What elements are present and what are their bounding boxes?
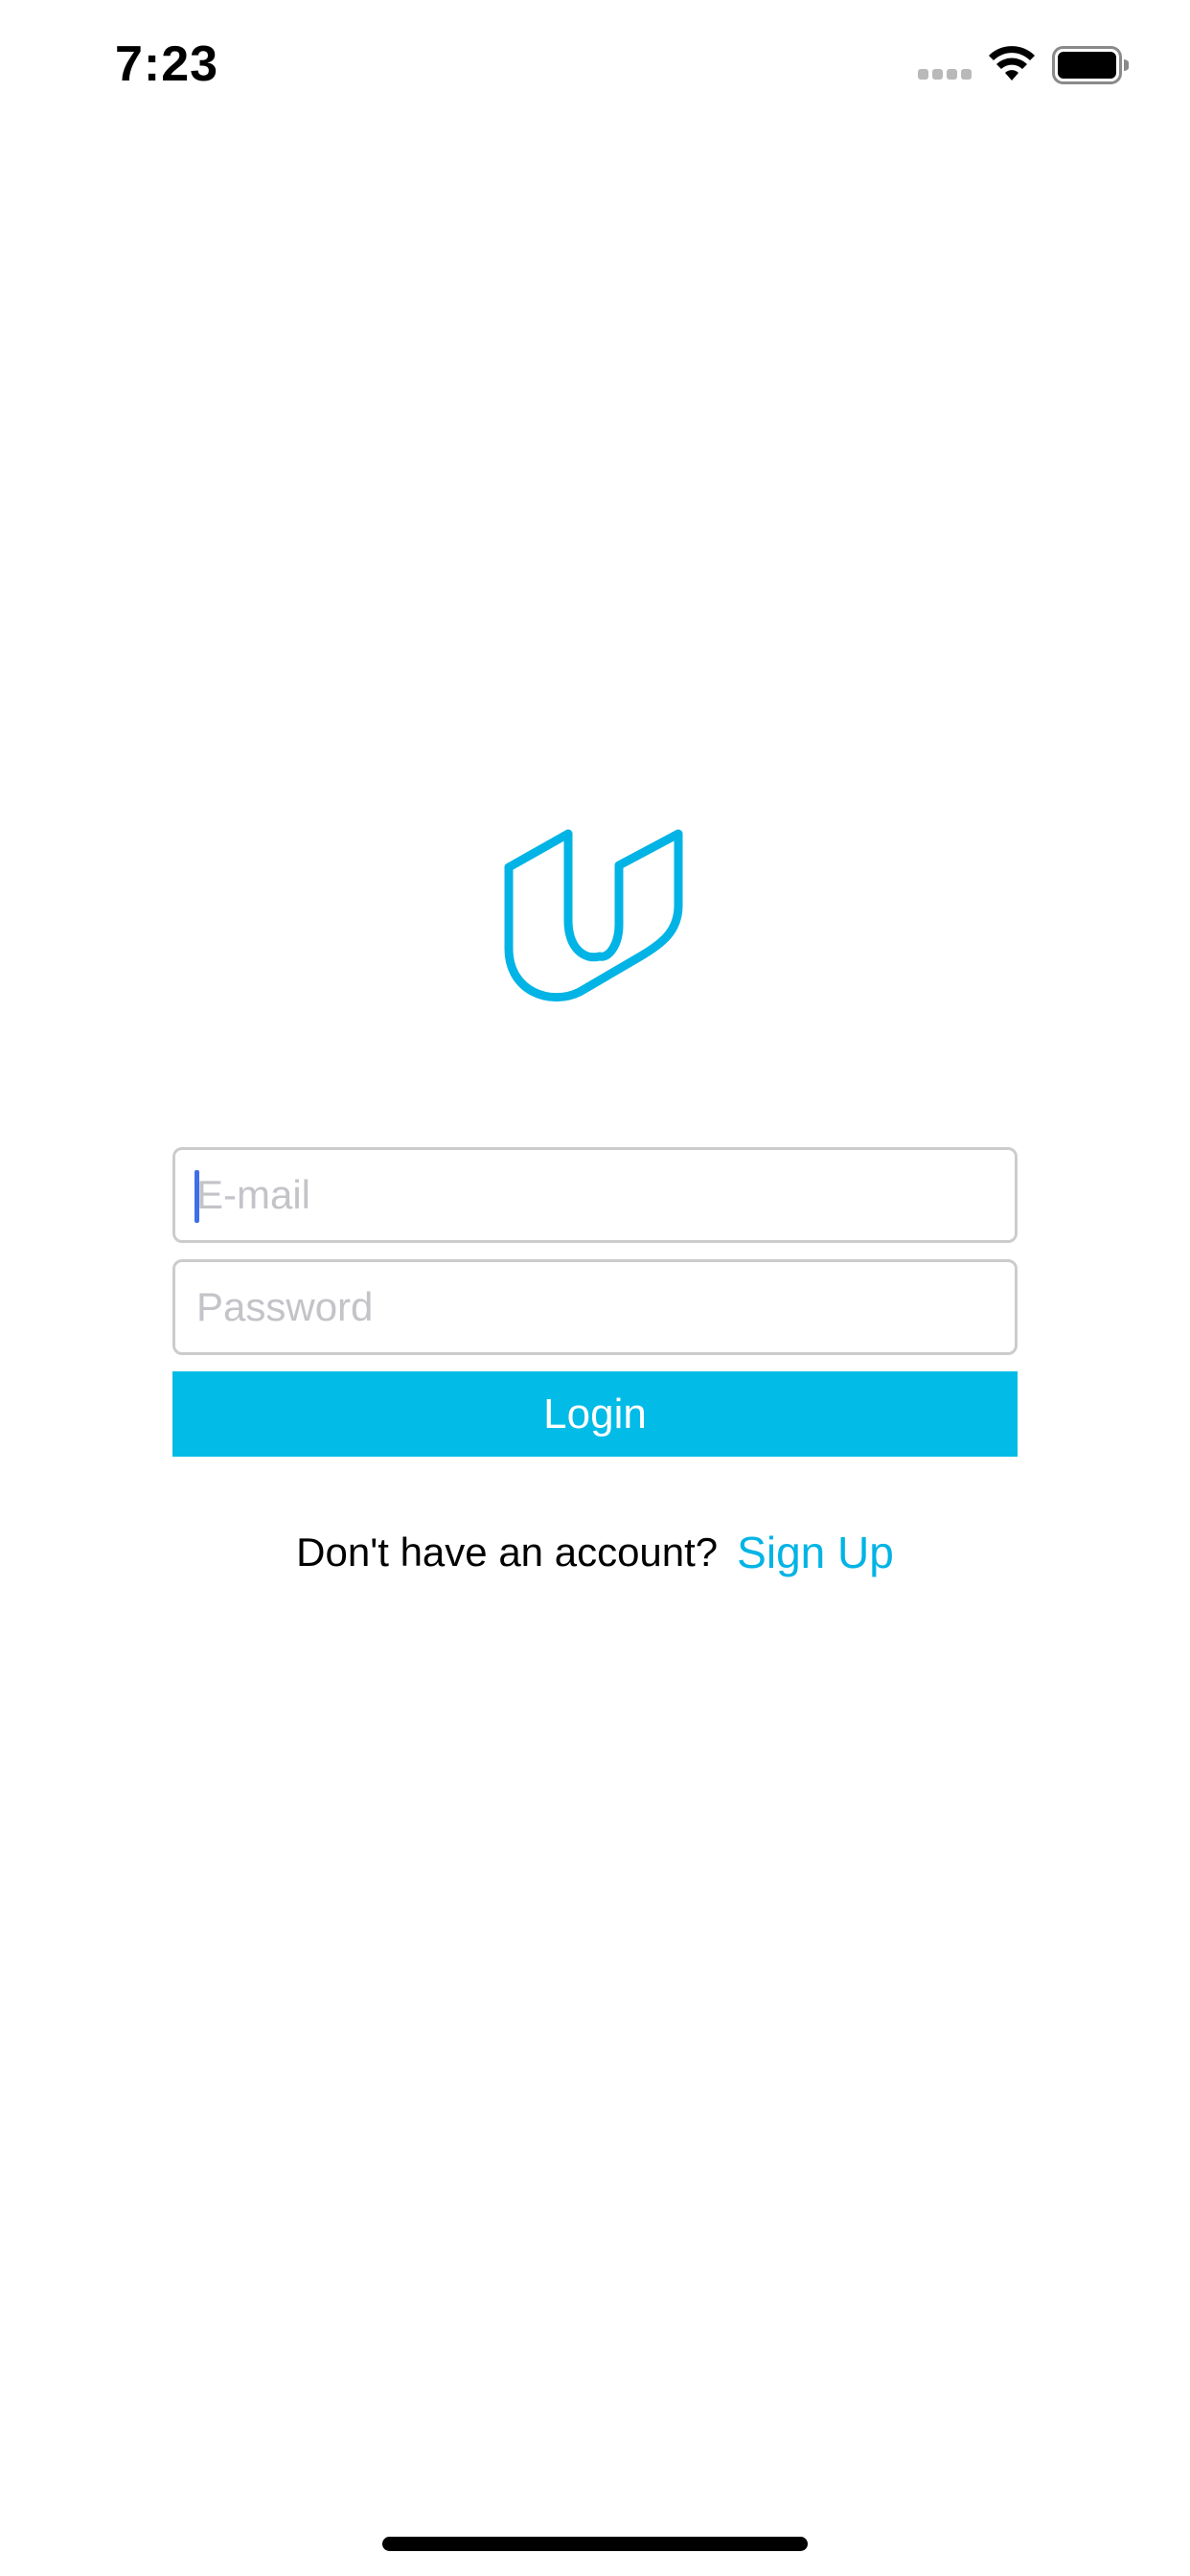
text-cursor bbox=[195, 1170, 199, 1223]
status-time: 7:23 bbox=[115, 36, 219, 92]
battery-icon bbox=[1052, 46, 1129, 84]
wifi-icon bbox=[989, 46, 1035, 80]
password-input[interactable] bbox=[175, 1262, 1015, 1352]
home-indicator[interactable] bbox=[382, 2537, 808, 2551]
signal-icon bbox=[918, 69, 973, 80]
email-input[interactable] bbox=[175, 1150, 1015, 1240]
login-button[interactable]: Login bbox=[172, 1371, 1018, 1457]
udacity-logo-icon bbox=[504, 829, 683, 1002]
password-field[interactable] bbox=[172, 1259, 1018, 1355]
signup-row: Don't have an account? Sign Up bbox=[0, 1519, 1190, 1586]
status-bar: 7:23 bbox=[0, 0, 1190, 134]
signup-link[interactable]: Sign Up bbox=[737, 1527, 894, 1578]
email-field[interactable] bbox=[172, 1147, 1018, 1243]
signup-prompt: Don't have an account? bbox=[296, 1530, 719, 1575]
